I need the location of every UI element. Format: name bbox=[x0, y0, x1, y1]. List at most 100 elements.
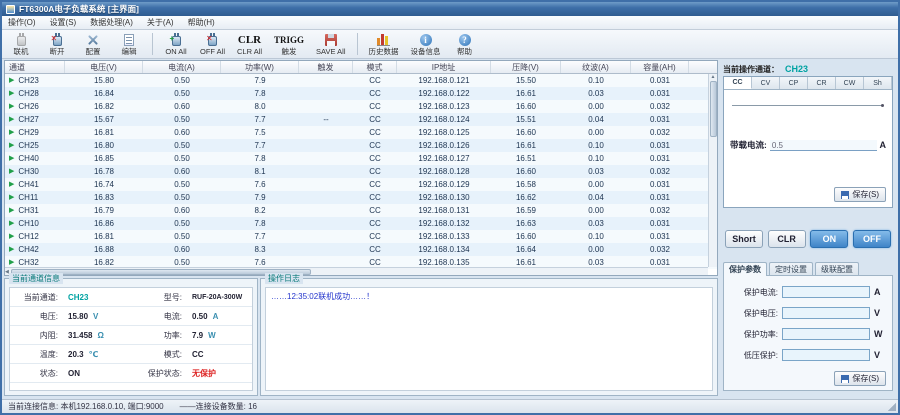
table-row[interactable]: ▶CH4216.880.608.3CC192.168.0.13416.640.0… bbox=[5, 243, 717, 256]
short-button[interactable]: Short bbox=[725, 230, 763, 248]
tab-timer-settings[interactable]: 定时设置 bbox=[769, 262, 813, 276]
menu-about[interactable]: 关于(A) bbox=[147, 17, 174, 28]
table-row[interactable]: ▶CH1216.810.507.7CC192.168.0.13316.600.1… bbox=[5, 230, 717, 243]
table-cell: 0.60 bbox=[143, 100, 221, 113]
channel-control-buttons: Short CLR ON OFF bbox=[723, 230, 893, 248]
on-button[interactable]: ON bbox=[810, 230, 848, 248]
protection-voltage-input[interactable] bbox=[782, 307, 870, 319]
tab-cc[interactable]: CC bbox=[724, 77, 752, 89]
tab-cp[interactable]: CP bbox=[780, 77, 808, 89]
undervoltage-protection-input[interactable] bbox=[782, 349, 870, 361]
col-header-vdrop[interactable]: 压降(V) bbox=[491, 61, 561, 73]
table-cell: 0.50 bbox=[143, 191, 221, 204]
table-horizontal-scrollbar[interactable]: ◀ bbox=[5, 267, 708, 275]
table-cell: ▶CH26 bbox=[5, 100, 65, 113]
connect-icon bbox=[17, 36, 26, 46]
table-row[interactable]: ▶CH2715.670.507.7--CC192.168.0.12415.510… bbox=[5, 113, 717, 126]
table-row[interactable]: ▶CH4016.850.507.8CC192.168.0.12716.510.1… bbox=[5, 152, 717, 165]
field-label: 温度: bbox=[10, 345, 62, 364]
col-header-mode[interactable]: 模式 bbox=[353, 61, 397, 73]
device-info-button[interactable]: i 设备信息 bbox=[408, 31, 444, 57]
row-play-icon: ▶ bbox=[9, 116, 14, 123]
table-cell bbox=[299, 178, 353, 191]
table-cell: 0.00 bbox=[561, 100, 631, 113]
col-header-voltage[interactable]: 电压(V) bbox=[65, 61, 143, 73]
slider-track[interactable] bbox=[732, 105, 882, 106]
table-row[interactable]: ▶CH3116.790.608.2CC192.168.0.13116.590.0… bbox=[5, 204, 717, 217]
menu-data-processing[interactable]: 数据处理(A) bbox=[90, 17, 133, 28]
col-header-ip[interactable]: IP地址 bbox=[397, 61, 491, 73]
tab-cascade-config[interactable]: 级联配置 bbox=[815, 262, 859, 276]
table-cell: ▶CH42 bbox=[5, 243, 65, 256]
col-header-capacity[interactable]: 容量(AH) bbox=[631, 61, 689, 73]
table-cell: 0.032 bbox=[631, 165, 689, 178]
tab-cw[interactable]: CW bbox=[836, 77, 864, 89]
table-row[interactable]: ▶CH1016.860.507.8CC192.168.0.13216.630.0… bbox=[5, 217, 717, 230]
save-all-button[interactable]: SAVE All bbox=[313, 31, 348, 57]
table-row[interactable]: ▶CH3016.780.608.1CC192.168.0.12816.600.0… bbox=[5, 165, 717, 178]
col-header-trigger[interactable]: 触发 bbox=[299, 61, 353, 73]
table-cell: 0.031 bbox=[631, 139, 689, 152]
table-cell: 7.6 bbox=[221, 178, 299, 191]
history-data-button[interactable]: 历史数据 bbox=[366, 31, 402, 57]
table-row[interactable]: ▶CH4116.740.507.6CC192.168.0.12916.580.0… bbox=[5, 178, 717, 191]
table-vertical-scrollbar[interactable]: ▲ bbox=[708, 74, 717, 267]
table-cell: 16.64 bbox=[491, 243, 561, 256]
mode-save-button[interactable]: 保存(S) bbox=[834, 187, 886, 202]
operate-channel-header: 当前操作通道： CH23 bbox=[723, 62, 893, 76]
edit-button[interactable]: 编辑 bbox=[114, 31, 144, 57]
channel-table: 通道 电压(V) 电流(A) 功率(W) 触发 模式 IP地址 压降(V) 纹波… bbox=[4, 60, 718, 276]
table-cell: 16.79 bbox=[65, 204, 143, 217]
col-header-ripple[interactable]: 纹波(A) bbox=[561, 61, 631, 73]
on-all-button[interactable]: + ON All bbox=[161, 31, 191, 57]
table-row[interactable]: ▶CH2315.800.507.9CC192.168.0.12115.500.1… bbox=[5, 74, 717, 87]
field-label: 状态: bbox=[10, 364, 62, 383]
model-value: RUF-20A-300W bbox=[186, 288, 252, 307]
clr-all-button[interactable]: CLR CLR All bbox=[234, 31, 265, 57]
scrollbar-thumb[interactable] bbox=[710, 81, 717, 137]
table-cell: 7.9 bbox=[221, 74, 299, 87]
table-cell: 0.032 bbox=[631, 204, 689, 217]
row-play-icon: ▶ bbox=[9, 181, 14, 188]
tab-protection-params[interactable]: 保护参数 bbox=[723, 262, 767, 276]
table-cell bbox=[299, 126, 353, 139]
table-cell: 7.8 bbox=[221, 152, 299, 165]
connect-button[interactable]: 联机 bbox=[6, 31, 36, 57]
table-cell: 192.168.0.127 bbox=[397, 152, 491, 165]
load-current-input[interactable]: 0.5 bbox=[770, 140, 877, 151]
table-cell: 192.168.0.129 bbox=[397, 178, 491, 191]
table-row[interactable]: ▶CH2516.800.507.7CC192.168.0.12616.610.1… bbox=[5, 139, 717, 152]
table-row[interactable]: ▶CH2916.810.607.5CC192.168.0.12516.600.0… bbox=[5, 126, 717, 139]
log-content: ……12:35:02联机成功……！ bbox=[265, 287, 713, 391]
trigger-button[interactable]: TRIGG 触发 bbox=[271, 31, 307, 57]
col-header-power[interactable]: 功率(W) bbox=[221, 61, 299, 73]
row-play-icon: ▶ bbox=[9, 194, 14, 201]
off-button[interactable]: OFF bbox=[853, 230, 891, 248]
col-header-current[interactable]: 电流(A) bbox=[143, 61, 221, 73]
tab-sh[interactable]: Sh bbox=[864, 77, 892, 89]
table-cell: 8.0 bbox=[221, 100, 299, 113]
menu-help[interactable]: 帮助(H) bbox=[188, 17, 215, 28]
app-window: FT6300A电子负载系统 [主界面] 操作(O) 设置(S) 数据处理(A) … bbox=[0, 0, 900, 415]
off-all-button[interactable]: ✕ OFF All bbox=[197, 31, 228, 57]
disconnect-button[interactable]: ✕ 断开 bbox=[42, 31, 72, 57]
field-label: 保护状态: bbox=[134, 364, 186, 383]
resize-grip[interactable] bbox=[888, 403, 896, 411]
col-header-channel[interactable]: 通道 bbox=[5, 61, 65, 73]
config-button[interactable]: 配置 bbox=[78, 31, 108, 57]
protection-power-input[interactable] bbox=[782, 328, 870, 340]
table-cell: ▶CH41 bbox=[5, 178, 65, 191]
table-cell: 0.50 bbox=[143, 87, 221, 100]
help-button[interactable]: ? 帮助 bbox=[450, 31, 480, 57]
table-cell: 16.60 bbox=[491, 230, 561, 243]
protection-current-input[interactable] bbox=[782, 286, 870, 298]
tab-cv[interactable]: CV bbox=[752, 77, 780, 89]
clr-button[interactable]: CLR bbox=[768, 230, 806, 248]
menu-operate[interactable]: 操作(O) bbox=[8, 17, 36, 28]
menu-settings[interactable]: 设置(S) bbox=[50, 17, 77, 28]
tab-cr[interactable]: CR bbox=[808, 77, 836, 89]
protection-save-button[interactable]: 保存(S) bbox=[834, 371, 886, 386]
table-row[interactable]: ▶CH2616.820.608.0CC192.168.0.12316.600.0… bbox=[5, 100, 717, 113]
table-row[interactable]: ▶CH2816.840.507.8CC192.168.0.12216.610.0… bbox=[5, 87, 717, 100]
table-row[interactable]: ▶CH1116.830.507.9CC192.168.0.13016.620.0… bbox=[5, 191, 717, 204]
